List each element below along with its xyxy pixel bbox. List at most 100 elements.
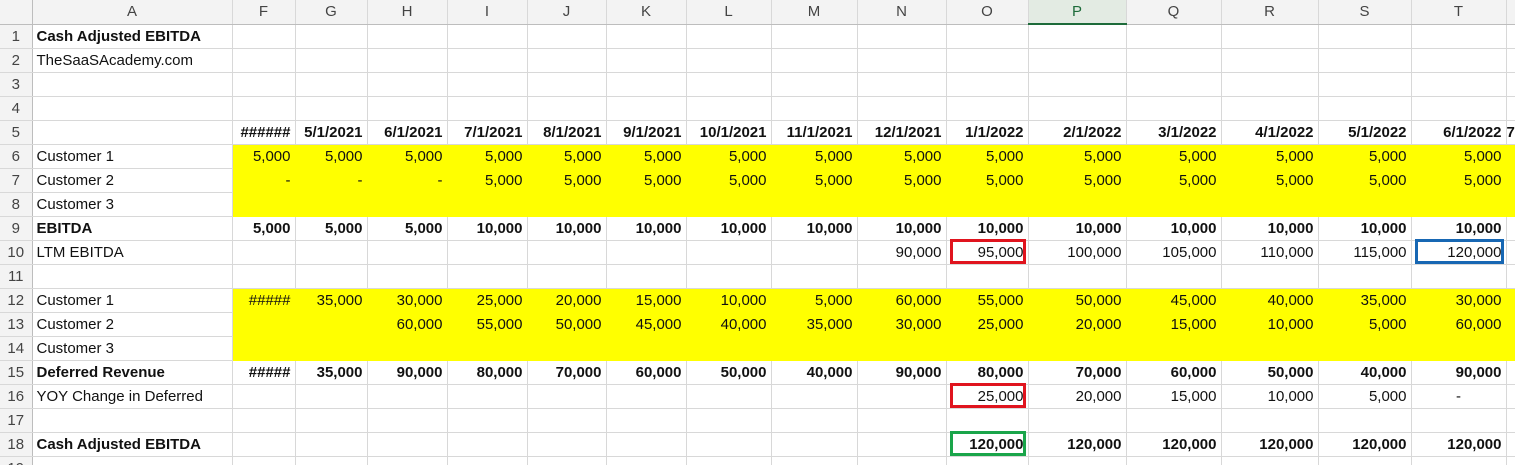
cell-o2[interactable] bbox=[946, 48, 1029, 73]
cell-m4[interactable] bbox=[771, 96, 858, 121]
cell-j12[interactable]: 20,000 bbox=[527, 288, 607, 313]
row-header-6[interactable]: 6 bbox=[0, 144, 33, 169]
cell-i3[interactable] bbox=[447, 72, 528, 97]
cell-j11[interactable] bbox=[527, 264, 607, 289]
cell-i7[interactable]: 5,000 bbox=[447, 168, 528, 193]
cell-l9[interactable]: 10,000 bbox=[686, 215, 772, 241]
cell-r16[interactable]: 10,000 bbox=[1221, 384, 1319, 409]
cell-n10[interactable]: 90,000 bbox=[857, 240, 947, 265]
cell-k5[interactable]: 9/1/2021 bbox=[606, 120, 687, 145]
cell-p17[interactable] bbox=[1028, 408, 1127, 433]
cell-h15[interactable]: 90,000 bbox=[367, 359, 448, 385]
cell-i15[interactable]: 80,000 bbox=[447, 359, 528, 385]
cell-n17[interactable] bbox=[857, 408, 947, 433]
cell-i14[interactable] bbox=[447, 336, 528, 361]
row-header-15[interactable]: 15 bbox=[0, 360, 33, 385]
cell-m8[interactable] bbox=[771, 192, 858, 217]
cell-j16[interactable] bbox=[527, 384, 607, 409]
cell-a18[interactable]: Cash Adjusted EBITDA bbox=[32, 432, 233, 457]
cell-r11[interactable] bbox=[1221, 264, 1319, 289]
cell-r9[interactable]: 10,000 bbox=[1221, 215, 1319, 241]
cell-g6[interactable]: 5,000 bbox=[295, 144, 368, 169]
cell-q14[interactable] bbox=[1126, 336, 1222, 361]
cell-f4[interactable] bbox=[232, 96, 296, 121]
cell-j9[interactable]: 10,000 bbox=[527, 215, 607, 241]
cell-a15[interactable]: Deferred Revenue bbox=[32, 359, 233, 385]
cell-l4[interactable] bbox=[686, 96, 772, 121]
cell-o12[interactable]: 55,000 bbox=[946, 288, 1029, 313]
cell-o13[interactable]: 25,000 bbox=[946, 312, 1029, 337]
column-header-r[interactable]: R bbox=[1221, 0, 1319, 25]
cell-r19[interactable] bbox=[1221, 456, 1319, 465]
cell-p12[interactable]: 50,000 bbox=[1028, 288, 1127, 313]
cell-overflow-1[interactable] bbox=[1506, 24, 1515, 49]
cell-overflow-6[interactable] bbox=[1506, 144, 1515, 169]
cell-q8[interactable] bbox=[1126, 192, 1222, 217]
cell-t19[interactable] bbox=[1411, 456, 1507, 465]
cell-j4[interactable] bbox=[527, 96, 607, 121]
cell-m9[interactable]: 10,000 bbox=[771, 215, 858, 241]
cell-h1[interactable] bbox=[367, 24, 448, 49]
row-header-7[interactable]: 7 bbox=[0, 168, 33, 193]
cell-i8[interactable] bbox=[447, 192, 528, 217]
cell-j18[interactable] bbox=[527, 432, 607, 457]
cell-n8[interactable] bbox=[857, 192, 947, 217]
cell-r15[interactable]: 50,000 bbox=[1221, 359, 1319, 385]
cell-s16[interactable]: 5,000 bbox=[1318, 384, 1412, 409]
cell-t11[interactable] bbox=[1411, 264, 1507, 289]
cell-i17[interactable] bbox=[447, 408, 528, 433]
cell-k13[interactable]: 45,000 bbox=[606, 312, 687, 337]
cell-a1[interactable]: Cash Adjusted EBITDA bbox=[32, 24, 233, 49]
column-header-s[interactable]: S bbox=[1318, 0, 1412, 25]
cell-f18[interactable] bbox=[232, 432, 296, 457]
cell-p8[interactable] bbox=[1028, 192, 1127, 217]
cell-r3[interactable] bbox=[1221, 72, 1319, 97]
cell-a9[interactable]: EBITDA bbox=[32, 215, 233, 241]
cell-r8[interactable] bbox=[1221, 192, 1319, 217]
cell-f2[interactable] bbox=[232, 48, 296, 73]
cell-m1[interactable] bbox=[771, 24, 858, 49]
cell-h18[interactable] bbox=[367, 432, 448, 457]
column-header-j[interactable]: J bbox=[527, 0, 607, 25]
cell-o9[interactable]: 10,000 bbox=[946, 215, 1029, 241]
cell-f1[interactable] bbox=[232, 24, 296, 49]
cell-m2[interactable] bbox=[771, 48, 858, 73]
cell-a14[interactable]: Customer 3 bbox=[32, 336, 233, 361]
row-header-17[interactable]: 17 bbox=[0, 408, 33, 433]
cell-m17[interactable] bbox=[771, 408, 858, 433]
cell-a17[interactable] bbox=[32, 408, 233, 433]
cell-n16[interactable] bbox=[857, 384, 947, 409]
cell-k18[interactable] bbox=[606, 432, 687, 457]
cell-j19[interactable] bbox=[527, 456, 607, 465]
cell-s14[interactable] bbox=[1318, 336, 1412, 361]
cell-t4[interactable] bbox=[1411, 96, 1507, 121]
cell-a12[interactable]: Customer 1 bbox=[32, 288, 233, 313]
cell-l5[interactable]: 10/1/2021 bbox=[686, 120, 772, 145]
cell-l15[interactable]: 50,000 bbox=[686, 359, 772, 385]
cell-o6[interactable]: 5,000 bbox=[946, 144, 1029, 169]
cell-s17[interactable] bbox=[1318, 408, 1412, 433]
cell-a13[interactable]: Customer 2 bbox=[32, 312, 233, 337]
cell-f11[interactable] bbox=[232, 264, 296, 289]
cell-r18[interactable]: 120,000 bbox=[1221, 432, 1319, 457]
cell-n6[interactable]: 5,000 bbox=[857, 144, 947, 169]
cell-p13[interactable]: 20,000 bbox=[1028, 312, 1127, 337]
cell-overflow-15[interactable] bbox=[1506, 359, 1515, 385]
cell-a4[interactable] bbox=[32, 96, 233, 121]
cell-f19[interactable] bbox=[232, 456, 296, 465]
cell-k8[interactable] bbox=[606, 192, 687, 217]
row-header-5[interactable]: 5 bbox=[0, 120, 33, 145]
cell-k14[interactable] bbox=[606, 336, 687, 361]
cell-overflow-9[interactable] bbox=[1506, 215, 1515, 241]
cell-s19[interactable] bbox=[1318, 456, 1412, 465]
cell-s4[interactable] bbox=[1318, 96, 1412, 121]
cell-r6[interactable]: 5,000 bbox=[1221, 144, 1319, 169]
cell-n12[interactable]: 60,000 bbox=[857, 288, 947, 313]
cell-l6[interactable]: 5,000 bbox=[686, 144, 772, 169]
cell-m16[interactable] bbox=[771, 384, 858, 409]
cell-p11[interactable] bbox=[1028, 264, 1127, 289]
cell-t18[interactable]: 120,000 bbox=[1411, 432, 1507, 457]
cell-q5[interactable]: 3/1/2022 bbox=[1126, 120, 1222, 145]
cell-l12[interactable]: 10,000 bbox=[686, 288, 772, 313]
cell-j7[interactable]: 5,000 bbox=[527, 168, 607, 193]
